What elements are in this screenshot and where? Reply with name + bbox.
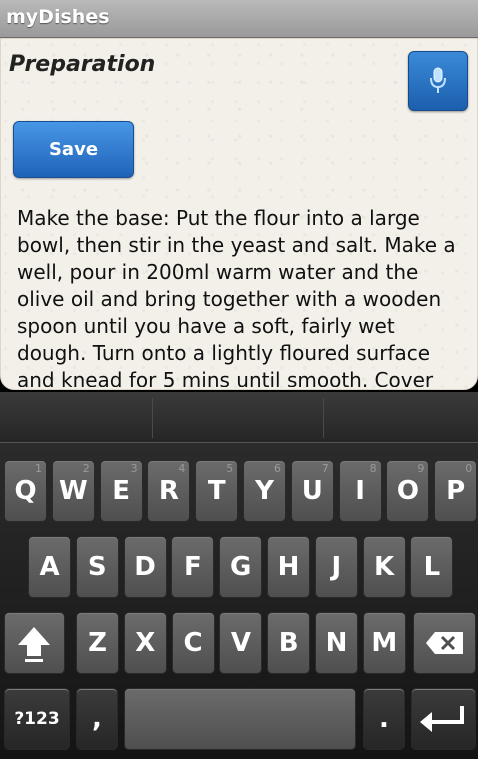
key-u[interactable]: U7 [290,460,334,522]
key-h[interactable]: H [267,536,310,598]
key-number-hint: 8 [369,462,377,475]
key-d[interactable]: D [123,536,167,598]
key-label: I [355,476,365,506]
key-number-hint: 6 [274,462,281,475]
key-label: A [39,552,60,582]
key-number-hint: 5 [226,462,234,475]
key-m[interactable]: M [362,612,406,674]
space-key[interactable] [124,688,356,750]
microphone-icon [430,67,446,93]
key-label: F [184,552,202,582]
key-label: H [277,552,300,582]
key-t[interactable]: T5 [195,460,239,522]
key-label: C [183,628,203,658]
key-label: X [135,628,156,658]
voice-input-button[interactable] [408,51,468,111]
key-b[interactable]: B [267,612,311,674]
key-f[interactable]: F [171,536,215,598]
key-label: U [301,476,323,506]
key-label: G [230,552,252,582]
key-n[interactable]: N [315,612,358,674]
symbols-key[interactable]: ?123 [4,688,70,750]
key-number-hint: 1 [35,462,42,475]
app-title: myDishes [6,6,110,28]
backspace-key[interactable] [413,612,476,674]
divider [152,398,153,438]
key-number-hint: 9 [417,462,425,475]
suggestion-strip [0,392,478,443]
enter-icon [420,706,464,732]
key-e[interactable]: E3 [99,460,143,522]
key-label: R [158,476,179,506]
key-number-hint: 0 [465,462,473,475]
key-a[interactable]: A [28,536,71,598]
key-label: Q [14,476,37,506]
key-number-hint: 4 [178,462,186,475]
key-c[interactable]: C [171,612,215,674]
key-label: T [207,476,226,506]
key-g[interactable]: G [219,536,263,598]
key-s[interactable]: S [75,536,119,598]
key-w[interactable]: W2 [51,460,95,522]
section-heading: Preparation [9,52,156,77]
key-number-hint: 3 [130,462,138,475]
key-label: D [134,552,156,582]
preparation-text-field[interactable]: Make the base: Put the flour into a larg… [17,205,467,387]
backspace-icon [426,632,463,654]
key-k[interactable]: K [362,536,406,598]
key-z[interactable]: Z [76,612,119,674]
key-label: O [396,476,419,506]
key-y[interactable]: Y6 [243,460,286,522]
key-q[interactable]: Q1 [4,460,47,522]
key-r[interactable]: R4 [147,460,191,522]
key-o[interactable]: O9 [386,460,430,522]
shift-key[interactable] [4,612,65,674]
key-p[interactable]: P0 [434,460,478,522]
key-j[interactable]: J [314,536,358,598]
enter-key[interactable] [411,688,476,750]
key-label: V [230,628,251,658]
key-v[interactable]: V [219,612,263,674]
key-label: J [331,552,342,582]
key-label: E [112,476,130,506]
key-number-hint: 2 [82,462,90,475]
key-label: N [325,628,348,658]
key-label: Y [255,476,274,506]
key-label: B [278,628,299,658]
key-label: S [87,552,107,582]
title-bar: myDishes [0,0,478,38]
key-l[interactable]: L [410,536,454,598]
key-i[interactable]: I8 [338,460,382,522]
shift-icon [18,627,50,662]
preparation-card: Preparation Save Make the base: Put the … [0,38,478,390]
comma-key[interactable]: , [76,688,118,750]
key-x[interactable]: X [123,612,167,674]
period-key[interactable]: . [363,688,405,750]
key-label: P [446,476,466,506]
key-label: M [371,628,398,658]
save-button[interactable]: Save [13,121,134,178]
key-label: L [423,552,441,582]
key-label: Z [88,628,107,658]
soft-keyboard: ?123 , . Q1W2E3R4T5Y6U7I8O9P0ASDFGHJKLZX… [0,392,478,759]
key-label: W [58,476,88,506]
key-number-hint: 7 [321,462,329,475]
divider [323,398,324,438]
key-label: K [374,552,395,582]
